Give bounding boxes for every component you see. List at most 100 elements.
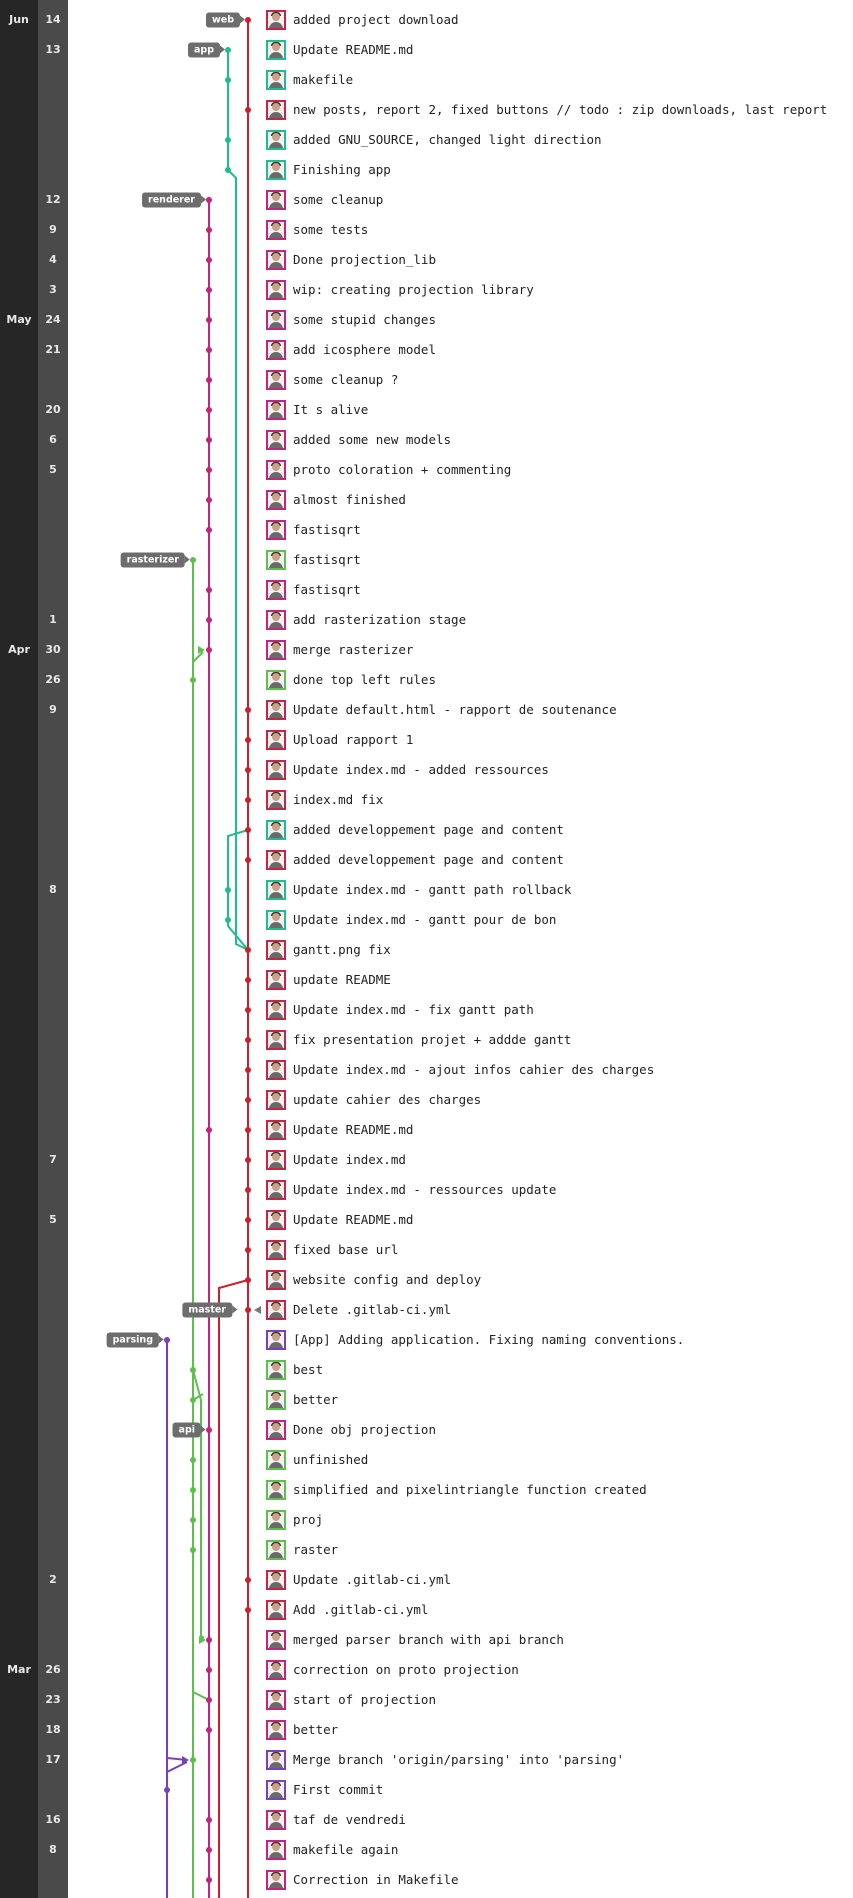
author-avatar[interactable]: [266, 1600, 286, 1620]
commit-row[interactable]: Update .gitlab-ci.yml: [266, 1565, 846, 1595]
commit-message[interactable]: Update index.md - added ressources: [293, 762, 549, 778]
author-avatar[interactable]: [266, 790, 286, 810]
author-avatar[interactable]: [266, 580, 286, 600]
commit-row[interactable]: better: [266, 1385, 846, 1415]
branch-ref-label[interactable]: rasterizer: [120, 552, 191, 568]
author-avatar[interactable]: [266, 1450, 286, 1470]
commit-row[interactable]: gantt.png fix: [266, 935, 846, 965]
author-avatar[interactable]: [266, 1060, 286, 1080]
author-avatar[interactable]: [266, 520, 286, 540]
author-avatar[interactable]: [266, 130, 286, 150]
commit-row[interactable]: added developpement page and content: [266, 815, 846, 845]
author-avatar[interactable]: [266, 10, 286, 30]
commit-row[interactable]: better: [266, 1715, 846, 1745]
commit-row[interactable]: added project download: [266, 5, 846, 35]
author-avatar[interactable]: [266, 850, 286, 870]
author-avatar[interactable]: [266, 1210, 286, 1230]
commit-dot[interactable]: [225, 917, 231, 923]
commit-dot[interactable]: [206, 227, 212, 233]
commit-dot[interactable]: [206, 1667, 212, 1673]
commit-row[interactable]: Upload rapport 1: [266, 725, 846, 755]
commit-message[interactable]: fix presentation projet + addde gantt: [293, 1032, 571, 1048]
commit-message[interactable]: proto coloration + commenting: [293, 462, 511, 478]
commit-message[interactable]: correction on proto projection: [293, 1662, 519, 1678]
author-avatar[interactable]: [266, 1090, 286, 1110]
commit-row[interactable]: Update README.md: [266, 1115, 846, 1145]
commit-dot[interactable]: [245, 17, 251, 23]
commit-row[interactable]: Done obj projection: [266, 1415, 846, 1445]
commit-dot[interactable]: [190, 1757, 196, 1763]
author-avatar[interactable]: [266, 910, 286, 930]
commit-message[interactable]: index.md fix: [293, 792, 383, 808]
commit-dot[interactable]: [245, 827, 251, 833]
commit-row[interactable]: best: [266, 1355, 846, 1385]
commit-row[interactable]: website config and deploy: [266, 1265, 846, 1295]
author-avatar[interactable]: [266, 1330, 286, 1350]
author-avatar[interactable]: [266, 340, 286, 360]
commit-dot[interactable]: [190, 1397, 196, 1403]
commit-row[interactable]: Update index.md - fix gantt path: [266, 995, 846, 1025]
author-avatar[interactable]: [266, 1000, 286, 1020]
commit-message[interactable]: Delete .gitlab-ci.yml: [293, 1302, 451, 1318]
commit-dot[interactable]: [206, 347, 212, 353]
commit-message[interactable]: better: [293, 1392, 338, 1408]
author-avatar[interactable]: [266, 250, 286, 270]
commit-message[interactable]: raster: [293, 1542, 338, 1558]
commit-dot[interactable]: [206, 1697, 212, 1703]
branch-ref-label[interactable]: web: [205, 12, 246, 28]
commit-message[interactable]: some cleanup: [293, 192, 383, 208]
commit-dot[interactable]: [245, 1247, 251, 1253]
commit-message[interactable]: wip: creating projection library: [293, 282, 534, 298]
author-avatar[interactable]: [266, 1150, 286, 1170]
author-avatar[interactable]: [266, 1240, 286, 1260]
commit-row[interactable]: Correction in Makefile: [266, 1865, 846, 1895]
commit-message[interactable]: fastisqrt: [293, 582, 361, 598]
commit-row[interactable]: makefile again: [266, 1835, 846, 1865]
author-avatar[interactable]: [266, 640, 286, 660]
commit-message[interactable]: [App] Adding application. Fixing naming …: [293, 1332, 684, 1348]
commit-row[interactable]: fix presentation projet + addde gantt: [266, 1025, 846, 1055]
author-avatar[interactable]: [266, 220, 286, 240]
author-avatar[interactable]: [266, 1510, 286, 1530]
author-avatar[interactable]: [266, 400, 286, 420]
commit-message[interactable]: Done projection_lib: [293, 252, 436, 268]
author-avatar[interactable]: [266, 1360, 286, 1380]
commit-row[interactable]: add icosphere model: [266, 335, 846, 365]
commit-dot[interactable]: [245, 1217, 251, 1223]
branch-ref-label[interactable]: api: [172, 1422, 207, 1438]
commit-message[interactable]: gantt.png fix: [293, 942, 391, 958]
author-avatar[interactable]: [266, 670, 286, 690]
commit-message[interactable]: Update index.md - fix gantt path: [293, 1002, 534, 1018]
commit-message[interactable]: added project download: [293, 12, 459, 28]
commit-row[interactable]: proj: [266, 1505, 846, 1535]
commit-message[interactable]: fastisqrt: [293, 552, 361, 568]
commit-message[interactable]: almost finished: [293, 492, 406, 508]
commit-message[interactable]: Update index.md - gantt path rollback: [293, 882, 571, 898]
commit-message[interactable]: fastisqrt: [293, 522, 361, 538]
commit-message[interactable]: some cleanup ?: [293, 372, 398, 388]
author-avatar[interactable]: [266, 1870, 286, 1890]
commit-message[interactable]: done top left rules: [293, 672, 436, 688]
commit-row[interactable]: some cleanup: [266, 185, 846, 215]
commit-row[interactable]: Update index.md - ressources update: [266, 1175, 846, 1205]
author-avatar[interactable]: [266, 1540, 286, 1560]
commit-dot[interactable]: [245, 737, 251, 743]
commit-message[interactable]: Upload rapport 1: [293, 732, 413, 748]
commit-dot[interactable]: [206, 407, 212, 413]
branch-ref-label[interactable]: renderer: [142, 192, 206, 208]
commit-message[interactable]: It s alive: [293, 402, 368, 418]
commit-dot[interactable]: [206, 617, 212, 623]
commit-row[interactable]: added developpement page and content: [266, 845, 846, 875]
author-avatar[interactable]: [266, 430, 286, 450]
commit-message[interactable]: Done obj projection: [293, 1422, 436, 1438]
commit-dot[interactable]: [190, 1517, 196, 1523]
author-avatar[interactable]: [266, 760, 286, 780]
commit-message[interactable]: taf de vendredi: [293, 1812, 406, 1828]
commit-row[interactable]: add rasterization stage: [266, 605, 846, 635]
commit-dot[interactable]: [245, 1277, 251, 1283]
commit-message[interactable]: simplified and pixelintriangle function …: [293, 1482, 647, 1498]
commit-row[interactable]: fastisqrt: [266, 545, 846, 575]
commit-dot[interactable]: [245, 1067, 251, 1073]
commit-dot[interactable]: [245, 1577, 251, 1583]
commit-message[interactable]: Update index.md - gantt pour de bon: [293, 912, 556, 928]
